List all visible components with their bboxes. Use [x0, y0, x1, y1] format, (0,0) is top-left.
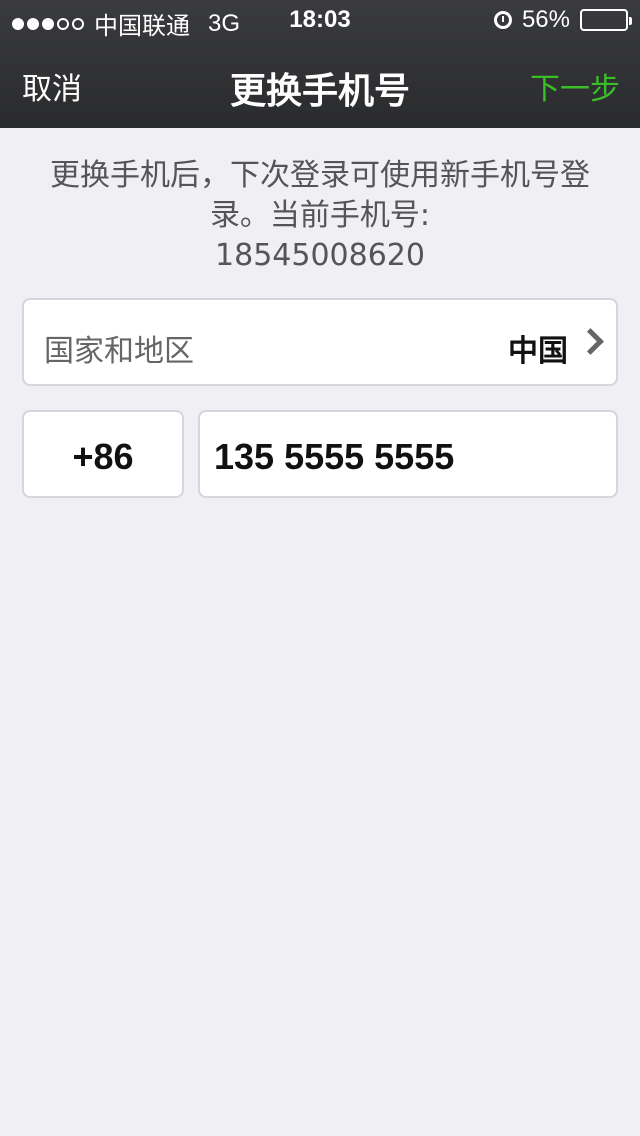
- country-code-value: +86: [72, 436, 134, 477]
- status-bar: 中国联通 3G 18:03 56%: [0, 0, 640, 40]
- alarm-icon: [493, 11, 512, 29]
- battery-icon: [580, 9, 632, 31]
- battery-percent: 56%: [521, 6, 570, 33]
- region-value: 中国: [508, 334, 568, 369]
- region-label: 国家和地区: [44, 334, 194, 369]
- description-text: 更换手机后，下次登录可使用新手机号登录。当前手机号: 18545008620: [24, 156, 616, 276]
- current-phone-number: 18545008620: [215, 238, 425, 273]
- region-selector[interactable]: 国家和地区 中国: [22, 298, 618, 386]
- chevron-right-icon: [577, 328, 604, 355]
- status-right: 56%: [493, 6, 632, 34]
- navigation-bar: 取消 更换手机号 下一步: [0, 40, 640, 128]
- description-line: 更换手机后，下次登录可使用新手机号登录。当前手机号:: [50, 158, 590, 233]
- next-step-button[interactable]: 下一步: [530, 64, 620, 108]
- country-code-field[interactable]: +86: [22, 410, 184, 498]
- phone-number-input[interactable]: 135 5555 5555: [198, 410, 618, 498]
- phone-number-value: 135 5555 5555: [214, 436, 455, 477]
- top-bar: 中国联通 3G 18:03 56% 取消 更换手机号 下一步: [0, 0, 640, 128]
